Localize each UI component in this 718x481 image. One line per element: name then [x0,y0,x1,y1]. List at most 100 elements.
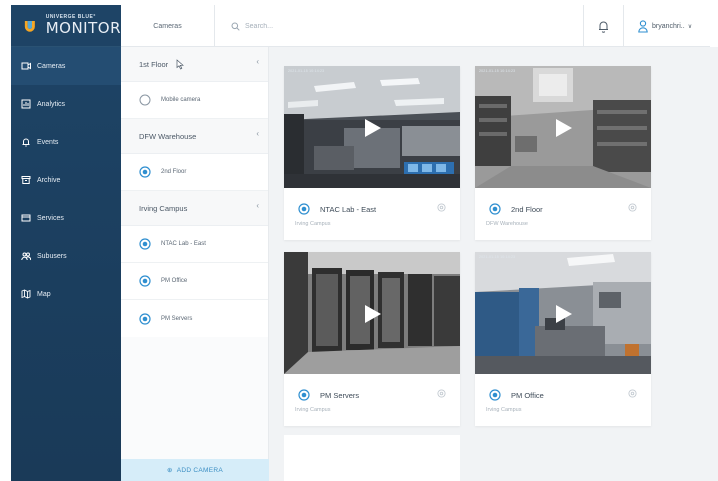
camera-list-item[interactable]: PM Servers [121,300,268,337]
camera-list-item[interactable]: PM Office [121,263,268,300]
map-icon [21,289,31,299]
gear-icon[interactable] [628,389,637,398]
location-panel: 1st Floor ‹ Mobile camera DFW Warehouse … [121,47,269,481]
camera-timestamp: 2021-01-15 10:14:23 [479,255,516,259]
camera-list-item[interactable]: Mobile camera [121,82,268,119]
plus-circle-icon: ⊕ [166,467,173,474]
camera-card[interactable]: 2021-01-15 10:14:23 2nd Floor DFW Wareho… [475,66,651,240]
camera-online-icon [139,238,151,250]
sidebar-item-services[interactable]: Services [11,199,121,237]
sidebar-item-label: Archive [37,176,61,184]
user-icon [638,19,648,33]
camera-online-icon [139,312,151,325]
location-group-dfw-warehouse[interactable]: DFW Warehouse ‹ [121,119,268,154]
camera-online-icon [139,166,151,178]
gear-icon[interactable] [437,203,446,212]
camera-card[interactable]: 2021-01-15 10:14:23 NTAC Lab - East Irvi… [284,66,460,240]
sidebar-item-events[interactable]: Events [11,123,121,161]
sidebar-item-label: Cameras [37,62,66,70]
archive-icon [21,176,31,184]
camera-list-item[interactable]: 2nd Floor [121,154,268,191]
camera-list-label: NTAC Lab - East [161,241,206,247]
camera-thumbnail[interactable]: 2021-01-15 10:14:23 [475,252,651,374]
camera-online-icon [298,203,310,215]
gear-icon[interactable] [437,389,446,398]
sidebar-item-label: Services [37,214,64,222]
camera-online-icon [489,389,501,401]
search-input[interactable] [245,22,545,30]
play-icon[interactable] [364,304,382,324]
camera-online-icon [298,389,310,401]
camera-title: PM Servers [320,390,360,400]
camera-list-label: 2nd Floor [161,169,187,175]
services-icon [21,214,31,222]
camera-list-label: Mobile camera [161,97,201,103]
camera-card[interactable]: 2021-01-15 10:14:23 PM Office Irving Cam… [475,252,651,426]
section-title[interactable]: Cameras [121,5,215,47]
user-menu[interactable]: bryanchri.. ∨ [623,5,710,47]
camera-location: DFW Warehouse [486,221,528,227]
camera-timestamp: 2021-01-15 10:14:23 [288,69,325,73]
bell-icon [599,21,608,33]
camera-title: 2nd Floor [511,204,543,214]
users-icon [21,252,31,261]
play-icon[interactable] [555,118,573,138]
chevron-left-icon[interactable]: ‹ [256,57,259,66]
camera-card[interactable]: PM Servers Irving Campus [284,252,460,426]
camera-location: Irving Campus [486,407,522,413]
camera-thumbnail[interactable]: 2021-01-15 10:14:23 [475,66,651,188]
camera-grid: 2021-01-15 10:14:23 NTAC Lab - East Irvi… [269,47,718,481]
camera-list-item[interactable]: NTAC Lab - East [121,226,268,263]
camera-thumbnail[interactable]: 2021-01-15 10:14:23 [284,66,460,188]
play-icon[interactable] [555,304,573,324]
section-title-label: Cameras [153,22,182,30]
location-group-label: 1st Floor [139,59,169,69]
add-camera-button[interactable]: ⊕ ADD CAMERA [121,459,269,481]
location-group-1st-floor[interactable]: 1st Floor ‹ [121,47,268,82]
sidebar-item-label: Map [37,290,51,298]
camera-icon [21,62,31,70]
univerge-logo-icon [24,20,35,32]
bell-icon [22,138,30,147]
camera-timestamp: 2021-01-15 10:14:23 [479,69,516,73]
analytics-icon [21,99,31,109]
sidebar-item-archive[interactable]: Archive [11,161,121,199]
sidebar-item-analytics[interactable]: Analytics [11,85,121,123]
gear-icon[interactable] [628,203,637,212]
location-group-irving-campus[interactable]: Irving Campus ‹ [121,191,268,226]
camera-thumbnail[interactable] [284,252,460,374]
add-camera-label: ADD CAMERA [176,466,224,474]
search-bar[interactable] [217,5,587,47]
chevron-left-icon[interactable]: ‹ [256,201,259,210]
notifications-button[interactable] [583,5,623,47]
location-group-label: Irving Campus [139,203,188,213]
camera-card-placeholder [284,435,460,481]
camera-location: Irving Campus [295,407,331,413]
sidebar-item-label: Events [37,138,59,146]
camera-online-icon [139,275,151,287]
camera-offline-icon [139,94,151,106]
sidebar-item-subusers[interactable]: Subusers [11,237,121,275]
brand-big-text: MONITOR [45,19,121,37]
camera-online-icon [489,203,501,215]
camera-list-label: PM Office [161,278,188,284]
brand-logo[interactable]: UNIVERGE BLUE° MONITOR [11,5,121,47]
chevron-down-icon: ∨ [687,23,693,30]
camera-title: PM Office [511,390,544,400]
camera-list-label: PM Servers [161,315,193,322]
sidebar-item-label: Analytics [37,100,66,108]
chevron-left-icon[interactable]: ‹ [256,129,259,138]
username: bryanchri.. [652,22,685,30]
search-icon [231,22,240,31]
location-group-label: DFW Warehouse [139,131,197,141]
camera-location: Irving Campus [295,221,331,227]
sidebar-item-label: Subusers [37,252,67,260]
sidebar-nav: Cameras Analytics Events Archive Service… [11,47,121,313]
sidebar-item-map[interactable]: Map [11,275,121,313]
top-bar: Cameras bryanchri.. ∨ [121,5,710,47]
sidebar: UNIVERGE BLUE° MONITOR Cameras Analytics… [11,5,121,481]
sidebar-item-cameras[interactable]: Cameras [11,47,121,85]
mouse-cursor-icon [176,58,185,69]
play-icon[interactable] [364,118,382,138]
camera-title: NTAC Lab - East [320,204,377,214]
